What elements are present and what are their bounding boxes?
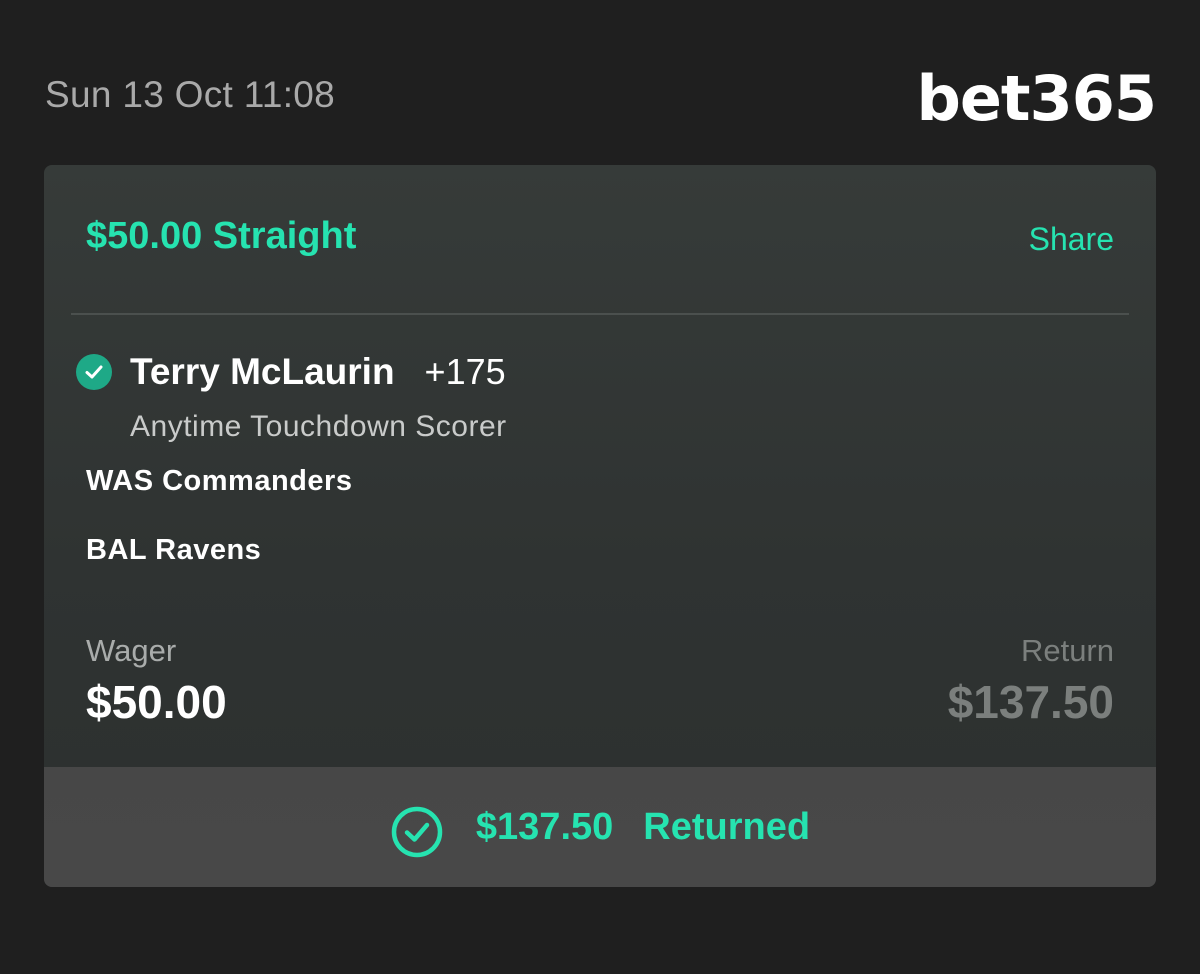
bet-receipt-screen: Sun 13 Oct 11:08 bet365 $50.00 Straight … [0,0,1200,974]
return-value: $137.50 [947,676,1114,728]
bet-title: $50.00 Straight [86,215,357,257]
check-circle-filled-icon [76,354,112,390]
bet365-logo: bet365 [916,62,1157,135]
share-button[interactable]: Share [1029,221,1114,258]
bet-timestamp: Sun 13 Oct 11:08 [45,74,336,115]
wager-value: $50.00 [86,676,227,728]
team-name: BAL Ravens [86,534,262,566]
selection-odds: +175 [424,351,506,392]
return-label: Return [1020,633,1114,668]
divider [71,313,1129,315]
returned-amount: $137.50 [475,805,614,848]
returned-status: Returned [643,805,811,848]
selection-row: Terry McLaurin +175 [76,350,506,394]
bet-card: $50.00 Straight Share Terry McLaurin +17… [44,165,1156,887]
check-circle-outline-icon [390,805,444,859]
returned-banner: $137.50 Returned [44,767,1156,887]
selection-name: Terry McLaurin [130,351,395,392]
selection-market: Anytime Touchdown Scorer [130,410,507,443]
team-name: WAS Commanders [86,465,353,497]
bet-card-header: $50.00 Straight Share [44,165,1156,313]
wager-label: Wager [86,633,177,668]
